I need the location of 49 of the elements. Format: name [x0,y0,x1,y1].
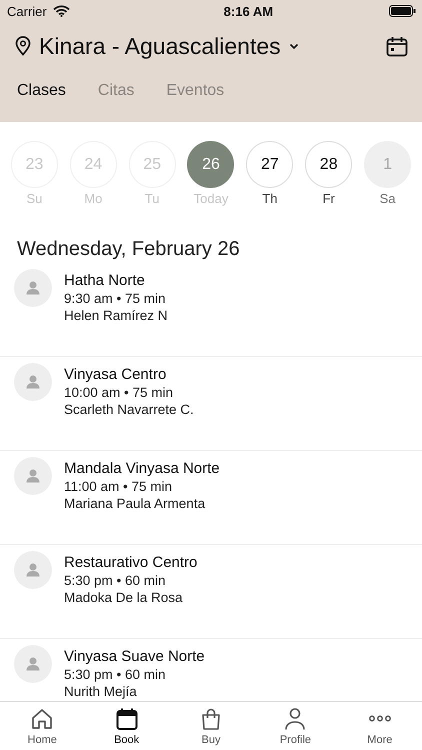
nav-tab[interactable]: Profile [253,702,338,750]
calendar-icon[interactable] [386,36,408,56]
class-time: 5:30 pm • 60 min [64,667,167,682]
teacher-name: Madoka De la Rosa [64,590,184,605]
teacher-name: Helen Ramírez N [64,308,168,323]
class-time: 10:00 am • 75 min [64,385,174,400]
avatar-icon [14,363,52,401]
class-name[interactable]: Mandala Vinyasa Norte [64,460,220,477]
location-pin-icon [15,36,31,56]
teacher-name: Nurith Mejía [64,684,138,699]
teacher-name: Scarleth Navarrete C. [64,402,194,417]
day-button[interactable]: 28 [305,141,352,188]
calendar-icon [114,706,139,730]
weekday-label: Tu [144,191,160,206]
nav-tab[interactable]: Buy [168,702,254,750]
nav-tab[interactable]: Book [84,702,169,750]
class-name[interactable]: Hatha Norte [64,272,168,289]
location-title[interactable]: Kinara - Aguascalientes [39,32,281,60]
status-time: 8:16 AM [224,4,274,18]
day-button[interactable]: 27 [246,141,294,188]
avatar-icon [14,269,52,307]
weekday-label: Th [262,191,278,206]
avatar-icon [14,645,52,683]
class-name[interactable]: Vinyasa Centro [64,366,194,383]
carrier-text: Carrier [7,4,47,18]
avatar-icon [14,457,52,495]
home-icon [30,706,54,730]
more-icon [368,714,392,722]
weekday-label: Fr [322,191,335,206]
class-time: 11:00 am • 75 min [64,479,174,494]
battery-icon [388,5,416,17]
class-name[interactable]: Restaurativo Centro [64,554,198,571]
weekday-label: Su [26,191,42,206]
chevron-down-icon[interactable] [288,42,299,50]
person-icon [283,706,308,730]
wifi-icon [52,5,70,17]
nav-tab[interactable]: More [338,702,422,750]
weekday-label: Sa [380,191,396,206]
tab[interactable]: Clases [0,82,82,104]
date-heading: Wednesday, February 26 [16,237,241,261]
teacher-name: Mariana Paula Armenta [64,496,206,511]
day-button[interactable]: 26 [187,141,234,188]
weekday-label: Today [194,191,228,206]
class-time: 9:30 am • 75 min [64,291,167,306]
avatar-icon [14,551,52,589]
class-name[interactable]: Vinyasa Suave Norte [64,648,205,665]
class-time: 5:30 pm • 60 min [64,573,167,588]
nav-tab[interactable]: Home [0,702,84,750]
weekday-label: Mo [84,191,102,206]
